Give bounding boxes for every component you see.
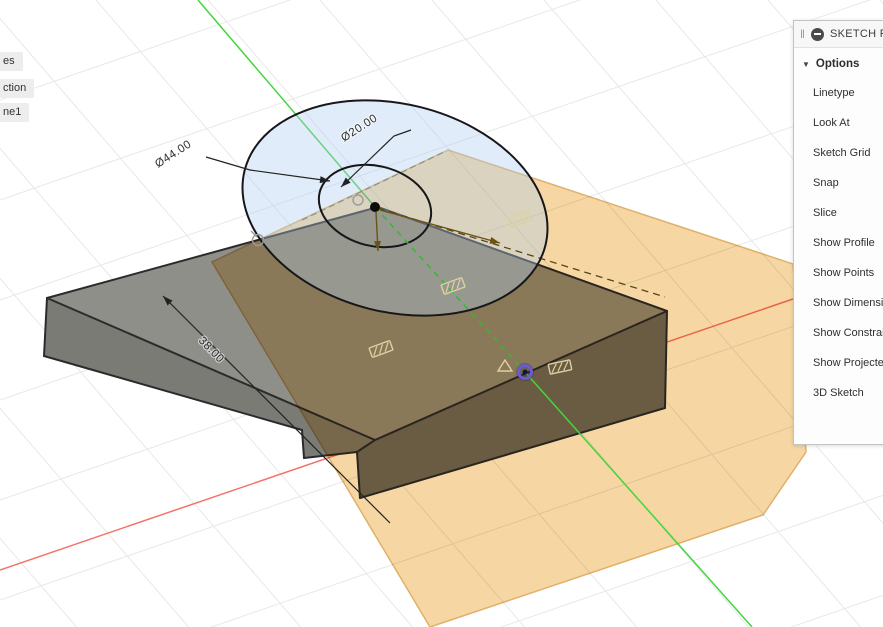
minimize-circle-icon[interactable] <box>811 28 824 41</box>
sketch-fixed-point[interactable] <box>516 363 534 381</box>
edge-label-label-ction[interactable]: ction <box>0 79 34 98</box>
options-section-header[interactable]: ▼ Options <box>794 48 883 76</box>
cad-sketch-viewport-page: { "palette": { "title": "SKETCH PAL", "g… <box>0 0 883 627</box>
dimension-outer-diameter-label[interactable]: Ø44.00 <box>153 138 194 170</box>
palette-item-show-projected[interactable]: Show Projected <box>794 348 883 378</box>
palette-item-sketch-grid[interactable]: Sketch Grid <box>794 138 883 168</box>
chevron-down-icon: ▼ <box>802 60 810 69</box>
palette-item-list: LinetypeLook AtSketch GridSnapSliceShow … <box>794 76 883 408</box>
viewport-canvas[interactable]: Ø44.00Ø20.0038.00 <box>0 0 883 627</box>
palette-item-slice[interactable]: Slice <box>794 198 883 228</box>
sketch-palette-header[interactable]: ‖ SKETCH PAL <box>794 21 883 48</box>
edge-label-label-es[interactable]: es <box>0 52 23 71</box>
options-label: Options <box>816 58 859 70</box>
sketch-center-point[interactable] <box>370 202 380 212</box>
palette-item-snap[interactable]: Snap <box>794 168 883 198</box>
sketch-palette-title: SKETCH PAL <box>830 28 883 40</box>
palette-item-3d-sketch[interactable]: 3D Sketch <box>794 378 883 408</box>
drag-grip-icon[interactable]: ‖ <box>800 28 805 40</box>
sketch-palette-panel: ‖ SKETCH PAL ▼ Options LinetypeLook AtSk… <box>793 20 883 445</box>
palette-item-look-at[interactable]: Look At <box>794 108 883 138</box>
palette-item-show-constraints[interactable]: Show Constrain <box>794 318 883 348</box>
palette-item-linetype[interactable]: Linetype <box>794 78 883 108</box>
palette-item-show-points[interactable]: Show Points <box>794 258 883 288</box>
palette-item-show-profile[interactable]: Show Profile <box>794 228 883 258</box>
palette-item-show-dimensions[interactable]: Show Dimensio <box>794 288 883 318</box>
edge-label-label-ne1[interactable]: ne1 <box>0 103 29 122</box>
